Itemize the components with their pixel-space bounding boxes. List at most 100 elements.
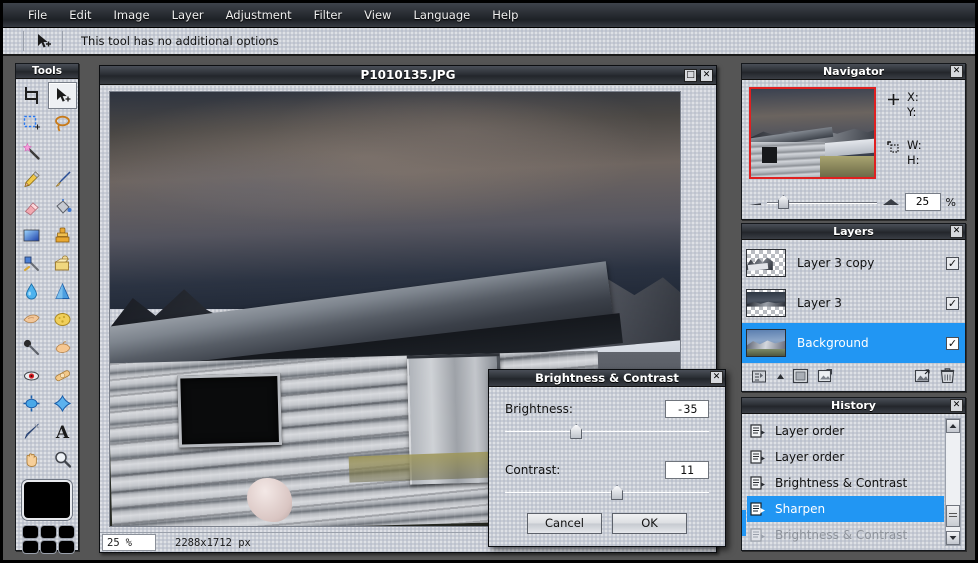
contrast-slider[interactable]: [505, 484, 709, 500]
slider-thumb[interactable]: [570, 424, 582, 439]
duplicate-layer-button[interactable]: [816, 368, 835, 385]
layer-thumbnail: [746, 329, 786, 357]
layer-visibility-checkbox[interactable]: ✓: [946, 297, 959, 310]
deform-tool[interactable]: [17, 390, 46, 417]
scrollbar-thumb[interactable]: [946, 505, 960, 527]
close-icon[interactable]: ✕: [950, 65, 963, 78]
dodge-tool[interactable]: [17, 334, 46, 361]
menu-item-adjustment[interactable]: Adjustment: [215, 5, 303, 25]
paint-bucket-tool[interactable]: [48, 194, 77, 221]
line-icon: [22, 422, 41, 441]
history-item-layer-order-1[interactable]: Layer order: [747, 418, 944, 444]
brightness-row: Brightness: -35: [505, 400, 709, 418]
smudge-tool[interactable]: [17, 306, 46, 333]
maximize-button[interactable]: □: [684, 69, 697, 82]
close-icon[interactable]: ✕: [700, 69, 713, 82]
palette-swatch[interactable]: [41, 541, 56, 553]
navigator-zoom-slider[interactable]: [767, 195, 877, 209]
scroll-up-button[interactable]: [946, 419, 960, 433]
layer-row-layer-3-copy[interactable]: Layer 3 copy ✓: [742, 243, 965, 283]
menu-item-view[interactable]: View: [353, 5, 402, 25]
menu-item-image[interactable]: Image: [103, 5, 161, 25]
sponge-tool[interactable]: [48, 306, 77, 333]
line-tool[interactable]: [17, 418, 46, 445]
tool-options-bar: This tool has no additional options: [3, 28, 975, 56]
navigator-titlebar[interactable]: Navigator ✕: [742, 64, 965, 80]
zoom-in-icon[interactable]: [882, 193, 900, 212]
ok-button[interactable]: OK: [612, 513, 687, 534]
menu-item-layer[interactable]: Layer: [161, 5, 215, 25]
palette-swatch[interactable]: [59, 526, 74, 538]
palette-swatch[interactable]: [41, 526, 56, 538]
sharpen-tool[interactable]: [48, 278, 77, 305]
palette-swatch[interactable]: [59, 541, 74, 553]
history-scrollbar[interactable]: [945, 418, 961, 546]
history-item-label: Layer order: [775, 424, 844, 438]
history-step-icon: [750, 424, 770, 439]
document-window-buttons: □ ✕: [684, 69, 713, 82]
contrast-input[interactable]: 11: [665, 461, 709, 479]
history-item-sharpen[interactable]: Sharpen: [747, 496, 944, 522]
slider-thumb[interactable]: [778, 195, 789, 209]
lasso-tool[interactable]: [48, 110, 77, 137]
history-item-brightness-contrast-1[interactable]: Brightness & Contrast: [747, 470, 944, 496]
hand-tool[interactable]: [17, 446, 46, 473]
text-tool[interactable]: A: [48, 418, 77, 445]
cancel-button[interactable]: Cancel: [527, 513, 602, 534]
rectangle-select-tool[interactable]: [17, 110, 46, 137]
palette-swatch[interactable]: [23, 541, 38, 553]
move-tool[interactable]: [48, 82, 77, 109]
palette-swatch[interactable]: [23, 526, 38, 538]
navigator-zoom-input[interactable]: 25: [905, 193, 941, 211]
menu-item-filter[interactable]: Filter: [303, 5, 353, 25]
layer-options-button[interactable]: [750, 368, 769, 385]
close-icon[interactable]: ✕: [710, 371, 723, 384]
eraser-tool[interactable]: [17, 194, 46, 221]
menu-item-file[interactable]: File: [17, 5, 58, 25]
burn-tool[interactable]: [48, 334, 77, 361]
zoom-level-field[interactable]: 25 %: [102, 534, 156, 551]
gradient-tool[interactable]: [17, 222, 46, 249]
new-layer-button[interactable]: [791, 368, 810, 385]
slider-thumb[interactable]: [611, 485, 623, 500]
layer-visibility-checkbox[interactable]: ✓: [946, 257, 959, 270]
menu-item-edit[interactable]: Edit: [58, 5, 102, 25]
red-eye-tool[interactable]: [17, 362, 46, 389]
pencil-tool[interactable]: [17, 166, 46, 193]
zoom-tool[interactable]: [48, 446, 77, 473]
history-item-layer-order-2[interactable]: Layer order: [747, 444, 944, 470]
scroll-down-button[interactable]: [946, 531, 960, 545]
clone-stamp-tool[interactable]: [48, 222, 77, 249]
close-icon[interactable]: ✕: [950, 399, 963, 412]
stamp-tool[interactable]: [48, 250, 77, 277]
history-item-label: Layer order: [775, 450, 844, 464]
history-item-brightness-contrast-2[interactable]: Brightness & Contrast: [747, 522, 944, 546]
layers-titlebar[interactable]: Layers ✕: [742, 224, 965, 240]
retouch-tool[interactable]: [17, 250, 46, 277]
merge-layer-button[interactable]: [913, 368, 932, 385]
brightness-input[interactable]: -35: [665, 400, 709, 418]
dialog-titlebar[interactable]: Brightness & Contrast ✕: [489, 370, 725, 387]
brightness-slider[interactable]: [505, 423, 709, 439]
document-titlebar[interactable]: P1010135.JPG □ ✕: [100, 66, 716, 85]
foreground-color-swatch[interactable]: [22, 480, 72, 520]
delete-layer-button[interactable]: [938, 368, 957, 385]
navigator-title: Navigator: [823, 65, 884, 78]
navigator-thumbnail[interactable]: [749, 87, 876, 179]
layer-menu-arrow[interactable]: [775, 368, 785, 385]
history-titlebar[interactable]: History ✕: [742, 398, 965, 414]
layer-visibility-checkbox[interactable]: ✓: [946, 337, 959, 350]
bandage-tool[interactable]: [48, 362, 77, 389]
menu-item-language[interactable]: Language: [402, 5, 481, 25]
zoom-out-icon[interactable]: [748, 193, 762, 212]
close-icon[interactable]: ✕: [950, 225, 963, 238]
distort-tool[interactable]: [48, 390, 77, 417]
crop-tool[interactable]: [17, 82, 46, 109]
magic-wand-tool[interactable]: [17, 138, 46, 165]
menu-item-help[interactable]: Help: [481, 5, 529, 25]
paintbrush-tool[interactable]: [48, 166, 77, 193]
layer-row-background[interactable]: Background ✓: [742, 323, 965, 363]
blur-tool[interactable]: [17, 278, 46, 305]
layer-row-layer-3[interactable]: Layer 3 ✓: [742, 283, 965, 323]
svg-text:A: A: [55, 423, 70, 441]
